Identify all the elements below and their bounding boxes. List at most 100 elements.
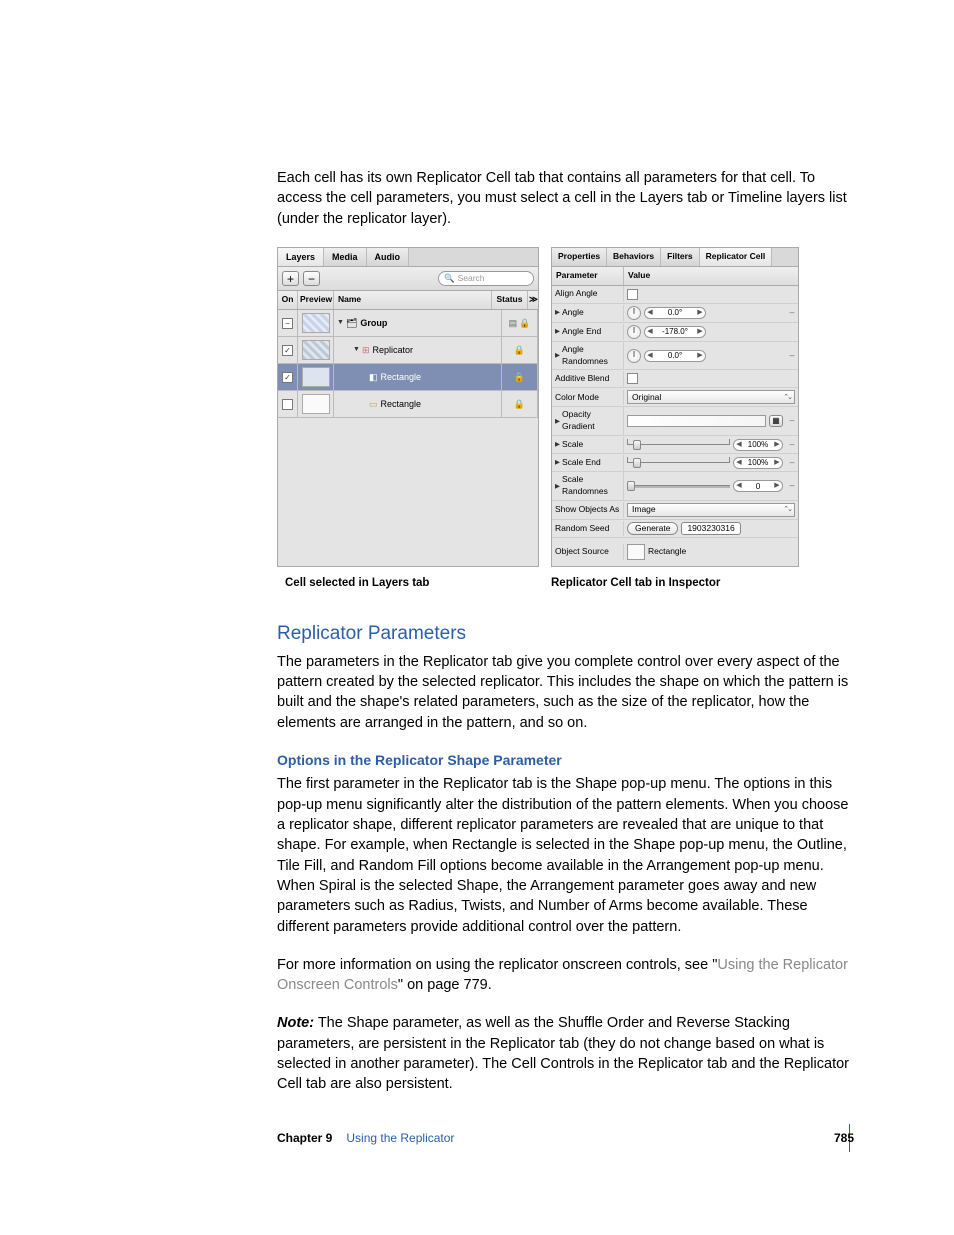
intro-para: Each cell has its own Replicator Cell ta… xyxy=(277,168,854,229)
col-status: Status xyxy=(492,291,528,309)
tab-properties[interactable]: Properties xyxy=(552,248,607,266)
param-angle: Angle xyxy=(562,307,584,319)
tab-media[interactable]: Media xyxy=(324,248,367,267)
col-on: On xyxy=(278,291,298,309)
disclosure-icon[interactable]: ▶ xyxy=(555,417,560,426)
remove-layer-button[interactable]: − xyxy=(303,271,320,286)
scale-end-value[interactable]: ◀100%▶ xyxy=(733,457,783,469)
tab-behaviors[interactable]: Behaviors xyxy=(607,248,661,266)
lock-icon[interactable]: 🔒 xyxy=(514,344,525,357)
header-value: Value xyxy=(624,267,798,285)
param-opacity-grad: Opacity Gradient xyxy=(562,409,620,433)
param-object-source: Object Source xyxy=(555,546,609,558)
generate-button[interactable]: Generate xyxy=(627,522,678,535)
tab-audio[interactable]: Audio xyxy=(367,248,410,267)
param-scale-end: Scale End xyxy=(562,457,601,469)
caption-inspector: Replicator Cell tab in Inspector xyxy=(551,575,799,591)
param-random-seed: Random Seed xyxy=(555,523,609,535)
layer-name: Group xyxy=(360,317,387,330)
gradient-edit-icon[interactable]: ▦ xyxy=(769,415,783,427)
random-seed-value[interactable]: 1903230316 xyxy=(681,522,740,535)
preview-thumb xyxy=(302,340,330,360)
align-angle-checkbox[interactable] xyxy=(627,289,638,300)
disclosure-icon[interactable]: ▶ xyxy=(555,440,560,449)
section-title: Replicator Parameters xyxy=(277,621,854,648)
scale-rand-value[interactable]: ◀0▶ xyxy=(733,480,783,492)
add-layer-button[interactable]: + xyxy=(282,271,299,286)
disclosure-icon[interactable]: ▶ xyxy=(555,458,560,467)
scale-value[interactable]: ◀100%▶ xyxy=(733,439,783,451)
angle-end-dial[interactable] xyxy=(627,325,641,339)
section-para1: The parameters in the Replicator tab giv… xyxy=(277,652,854,733)
disclosure-icon[interactable]: ▶ xyxy=(555,327,560,336)
checkbox-group[interactable]: − xyxy=(282,318,293,329)
search-placeholder: Search xyxy=(458,273,485,285)
chapter-title: Using the Replicator xyxy=(346,1130,454,1147)
header-param: Parameter xyxy=(552,267,624,285)
col-menu-icon[interactable]: ≫ xyxy=(528,291,538,309)
tab-filters[interactable]: Filters xyxy=(661,248,700,266)
layers-panel: Layers Media Audio + − 🔍 Search On Previ… xyxy=(277,247,539,567)
show-objects-popup[interactable]: Image xyxy=(627,503,795,517)
stack-icon[interactable]: ▤ xyxy=(509,317,518,330)
scale-end-slider[interactable] xyxy=(627,457,730,469)
scale-rand-slider[interactable] xyxy=(627,480,730,492)
additive-blend-checkbox[interactable] xyxy=(627,373,638,384)
angle-rand-value[interactable]: ◀0.0°▶ xyxy=(644,350,706,362)
angle-end-value[interactable]: ◀-178.0°▶ xyxy=(644,326,706,338)
preview-thumb xyxy=(302,313,330,333)
layer-row-replicator[interactable]: ✓ ▼ ⊞ Replicator 🔒 xyxy=(278,337,538,364)
tab-layers[interactable]: Layers xyxy=(278,248,324,267)
angle-dial[interactable] xyxy=(627,306,641,320)
layer-name: Replicator xyxy=(372,344,413,357)
param-angle-end: Angle End xyxy=(562,326,601,338)
param-scale: Scale xyxy=(562,439,583,451)
param-color-mode: Color Mode xyxy=(555,392,599,404)
tab-replicator-cell[interactable]: Replicator Cell xyxy=(700,248,773,266)
lock-icon[interactable]: 🔒 xyxy=(519,317,530,330)
lock-icon[interactable]: 🔒 xyxy=(514,371,525,384)
checkbox-rect-src[interactable] xyxy=(282,399,293,410)
param-show-objects: Show Objects As xyxy=(555,504,619,516)
checkbox-replicator[interactable]: ✓ xyxy=(282,345,293,356)
replicator-icon: ⊞ xyxy=(362,344,370,357)
checkbox-rect[interactable]: ✓ xyxy=(282,372,293,383)
color-mode-popup[interactable]: Original xyxy=(627,390,795,404)
caption-layers: Cell selected in Layers tab xyxy=(277,575,539,591)
angle-rand-dial[interactable] xyxy=(627,349,641,363)
subsection-title: Options in the Replicator Shape Paramete… xyxy=(277,751,854,771)
param-align-angle: Align Angle xyxy=(555,288,598,300)
layer-row-rectangle-cell[interactable]: ✓ ◧ Rectangle 🔒 xyxy=(278,364,538,391)
search-input[interactable]: 🔍 Search xyxy=(438,271,534,286)
layer-name: Rectangle xyxy=(381,398,422,411)
section-para2: The first parameter in the Replicator ta… xyxy=(277,774,854,936)
disclosure-icon[interactable]: ▶ xyxy=(555,482,560,491)
object-source-value: Rectangle xyxy=(648,546,686,558)
angle-value[interactable]: ◀0.0°▶ xyxy=(644,307,706,319)
note-para: Note: The Shape parameter, as well as th… xyxy=(277,1013,854,1094)
section-para3: For more information on using the replic… xyxy=(277,955,854,996)
layer-name: Rectangle xyxy=(381,371,422,384)
param-angle-rand: Angle Randomnes xyxy=(562,344,620,368)
inspector-panel: Properties Behaviors Filters Replicator … xyxy=(551,247,799,567)
disclosure-icon[interactable]: ▶ xyxy=(555,351,560,360)
preview-thumb xyxy=(302,394,330,414)
preview-thumb xyxy=(302,367,330,387)
page-number: 785 xyxy=(834,1130,854,1147)
disclosure-icon[interactable]: ▼ xyxy=(337,318,344,328)
scale-slider[interactable] xyxy=(627,439,730,451)
layer-row-group[interactable]: − ▼ 🗂 Group ▤ 🔒 xyxy=(278,310,538,337)
param-scale-rand: Scale Randomnes xyxy=(562,474,620,498)
search-icon: 🔍 xyxy=(444,273,455,285)
opacity-gradient-bar[interactable] xyxy=(627,415,766,427)
col-name: Name xyxy=(334,291,492,309)
layer-row-rectangle-source[interactable]: ▭ Rectangle 🔒 xyxy=(278,391,538,418)
page-footer: Chapter 9 Using the Replicator 785 xyxy=(277,1130,854,1147)
shape-icon: ▭ xyxy=(369,398,378,411)
figures-container: Layers Media Audio + − 🔍 Search On Previ… xyxy=(277,247,854,567)
disclosure-icon[interactable]: ▼ xyxy=(353,345,360,355)
lock-icon[interactable]: 🔒 xyxy=(514,398,525,411)
object-source-well[interactable] xyxy=(627,544,645,560)
disclosure-icon[interactable]: ▶ xyxy=(555,308,560,317)
note-label: Note: xyxy=(277,1015,314,1031)
